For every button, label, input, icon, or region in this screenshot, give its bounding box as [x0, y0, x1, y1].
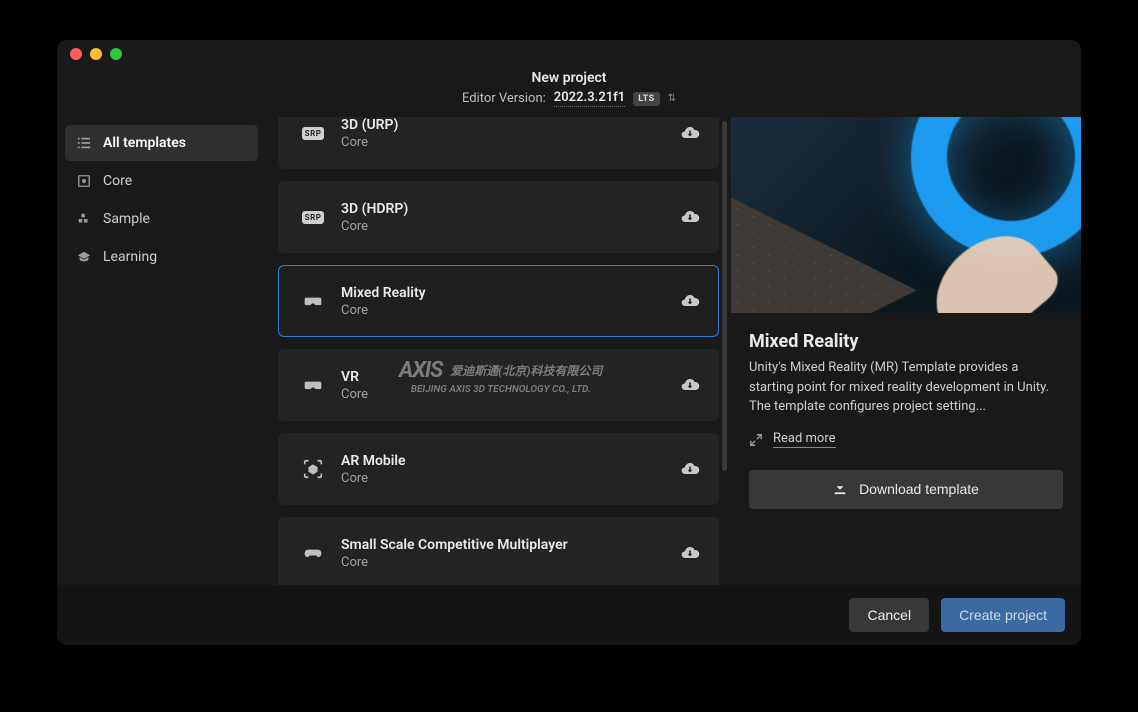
ar-cube-icon [293, 449, 333, 489]
blocks-icon [77, 212, 91, 226]
window-title: New project [57, 70, 1081, 86]
template-category: Core [341, 555, 680, 570]
template-card-vr[interactable]: VR Core AXIS 爱迪斯通(北京)科技有限公司 BEIJING AXIS… [278, 349, 719, 421]
template-title: AR Mobile [341, 453, 680, 469]
template-card-3d-urp[interactable]: SRP 3D (URP) Core [278, 117, 719, 169]
create-project-button[interactable]: Create project [941, 598, 1065, 632]
cloud-download-icon [680, 543, 700, 563]
titlebar [57, 40, 1081, 68]
sidebar-item-label: All templates [103, 135, 186, 151]
template-card-mixed-reality[interactable]: Mixed Reality Core [278, 265, 719, 337]
template-list[interactable]: SRP 3D (URP) Core SRP 3D (HDRP) [266, 117, 731, 585]
header: New project Editor Version: 2022.3.21f1 … [57, 68, 1081, 117]
editor-version-label: Editor Version: [462, 91, 546, 106]
headset-icon [293, 365, 333, 405]
square-dot-icon [77, 174, 91, 188]
sidebar-item-core[interactable]: Core [65, 163, 258, 199]
template-category: Core [341, 303, 680, 318]
detail-description: Unity's Mixed Reality (MR) Template prov… [749, 358, 1063, 417]
template-category: Core [341, 135, 680, 150]
cloud-download-icon [680, 123, 700, 143]
sidebar-item-learning[interactable]: Learning [65, 239, 258, 275]
cloud-download-icon [680, 459, 700, 479]
footer: Cancel Create project [57, 585, 1081, 645]
template-title: 3D (URP) [341, 117, 680, 133]
content: All templates Core Sample Learning [57, 117, 1081, 585]
template-category: Core [341, 219, 680, 234]
template-category: Core [341, 471, 680, 486]
sidebar-item-sample[interactable]: Sample [65, 201, 258, 237]
sidebar-item-all-templates[interactable]: All templates [65, 125, 258, 161]
sidebar-item-label: Sample [103, 211, 150, 227]
template-title: 3D (HDRP) [341, 201, 680, 217]
template-list-inner: SRP 3D (URP) Core SRP 3D (HDRP) [278, 117, 719, 585]
graduation-cap-icon [77, 250, 91, 264]
template-card-multiplayer[interactable]: Small Scale Competitive Multiplayer Core [278, 517, 719, 585]
sidebar: All templates Core Sample Learning [57, 117, 266, 585]
srp-icon: SRP [293, 197, 333, 237]
cloud-download-icon [680, 207, 700, 227]
srp-icon: SRP [293, 117, 333, 153]
sidebar-item-label: Learning [103, 249, 157, 265]
template-category: Core [341, 387, 680, 402]
detail-title: Mixed Reality [749, 331, 1063, 352]
template-card-3d-hdrp[interactable]: SRP 3D (HDRP) Core [278, 181, 719, 253]
editor-version-selector[interactable]: Editor Version: 2022.3.21f1 LTS ⇅ [57, 90, 1081, 107]
download-icon [833, 481, 847, 498]
gamepad-icon [293, 533, 333, 573]
cloud-download-icon [680, 291, 700, 311]
sidebar-item-label: Core [103, 173, 132, 189]
headset-icon [293, 281, 333, 321]
download-button-label: Download template [859, 481, 979, 497]
read-more-link[interactable]: Read more [773, 431, 836, 448]
lts-badge: LTS [633, 92, 659, 106]
template-card-ar-mobile[interactable]: AR Mobile Core [278, 433, 719, 505]
window-minimize-button[interactable] [90, 48, 102, 60]
chevron-up-down-icon: ⇅ [668, 95, 676, 103]
new-project-window: New project Editor Version: 2022.3.21f1 … [57, 40, 1081, 645]
template-title: VR [341, 369, 680, 385]
window-close-button[interactable] [70, 48, 82, 60]
template-title: Small Scale Competitive Multiplayer [341, 537, 680, 553]
expand-icon [749, 432, 763, 446]
cancel-button[interactable]: Cancel [849, 598, 929, 632]
window-maximize-button[interactable] [110, 48, 122, 60]
scrollbar-thumb[interactable] [722, 121, 727, 471]
detail-panel: Mixed Reality Unity's Mixed Reality (MR)… [731, 117, 1081, 585]
list-icon [77, 136, 91, 150]
download-template-button[interactable]: Download template [749, 470, 1063, 509]
template-title: Mixed Reality [341, 285, 680, 301]
editor-version-value: 2022.3.21f1 [554, 90, 625, 107]
cloud-download-icon [680, 375, 700, 395]
detail-hero-image [731, 117, 1081, 313]
